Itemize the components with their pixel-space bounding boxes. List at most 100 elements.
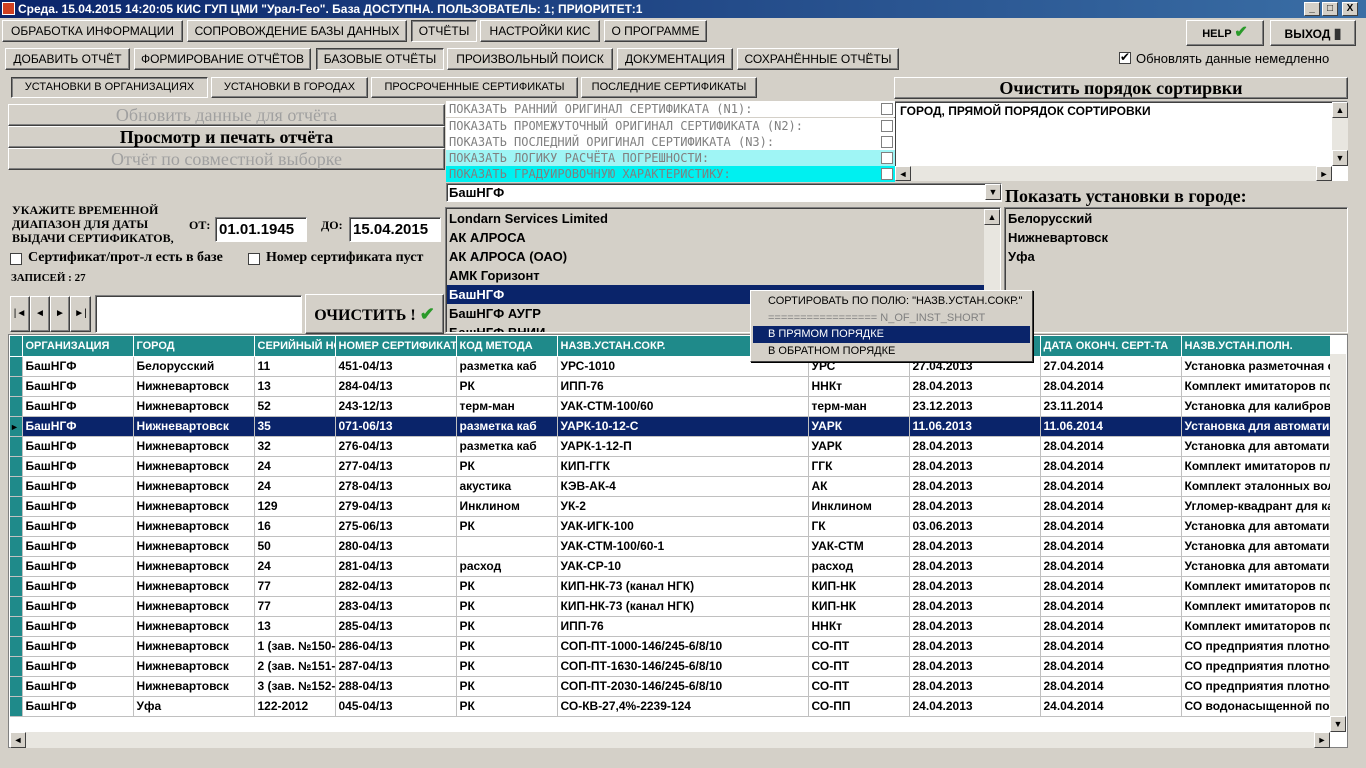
table-cell[interactable]: УАРК-1-12-П (557, 436, 809, 457)
table-row[interactable]: БашНГФ Нижневартовск 24 277-04/13 РК КИП-ГГК Г… (10, 456, 1331, 477)
sort-hscroll[interactable] (895, 166, 1332, 181)
table-cell[interactable]: Уфа (133, 696, 255, 717)
table-cell[interactable]: БашНГФ (22, 576, 134, 597)
table-cell[interactable]: 279-04/13 (335, 496, 457, 517)
scroll-down-arrow-icon[interactable]: ▼ (1332, 150, 1348, 166)
column-header[interactable]: ДАТА ОКОНЧ. СЕРТ-ТА (1040, 336, 1182, 357)
update-now-checkbox[interactable]: ✔ (1119, 50, 1131, 64)
table-cell[interactable]: УАК-СР-10 (557, 556, 809, 577)
table-cell[interactable]: УК-2 (557, 496, 809, 517)
table-row[interactable]: БашНГФ Нижневартовск 24 281-04/13 расход УАК-… (10, 556, 1331, 577)
table-cell[interactable]: УАК-ИГК-100 (557, 516, 809, 537)
table-cell[interactable]: 16 (254, 516, 336, 537)
table-cell[interactable]: УАК-СТМ (808, 536, 910, 557)
table-cell[interactable]: 278-04/13 (335, 476, 457, 497)
table-cell[interactable]: 28.04.2014 (1040, 476, 1182, 497)
table-cell[interactable]: РК (456, 456, 558, 477)
org-list-item[interactable]: АК АЛРОСА (447, 228, 984, 247)
table-cell[interactable]: разметка каб (456, 436, 558, 457)
table-cell[interactable]: 275-06/13 (335, 516, 457, 537)
table-cell[interactable]: 28.04.2013 (909, 536, 1041, 557)
table-cell[interactable]: БашНГФ (22, 356, 134, 377)
clear-sort-button[interactable]: Очистить порядок сортирвки (894, 77, 1348, 99)
table-cell[interactable]: УАК-СТМ-100/60 (557, 396, 809, 417)
table-cell[interactable]: СОП-ПТ-1630-146/245-6/8/10 (557, 656, 809, 677)
row-indicator[interactable] (10, 696, 23, 717)
table-cell[interactable]: Комплект имитаторов пор (1181, 376, 1331, 397)
table-row[interactable]: БашНГФ Нижневартовск 13 285-04/13 РК ИПП-76 НН… (10, 616, 1331, 637)
table-cell[interactable]: 28.04.2014 (1040, 456, 1182, 477)
table-cell[interactable]: Нижневартовск (133, 536, 255, 557)
option-mid-cert[interactable]: ПОКАЗАТЬ ПРОМЕЖУТОЧНЫЙ ОРИГИНАЛ СЕРТИФИК… (446, 118, 895, 134)
maximize-button[interactable]: □ (1322, 2, 1338, 16)
help-button[interactable]: HELP ✔ (1186, 20, 1264, 46)
row-indicator[interactable]: ► (10, 416, 23, 437)
table-cell[interactable]: СО предприятия плотнос (1181, 656, 1331, 677)
row-indicator[interactable] (10, 396, 23, 417)
sort-descending-item[interactable]: В ОБРАТНОМ ПОРЯДКЕ (753, 343, 1030, 360)
subtab-free-search[interactable]: ПРОИЗВОЛЬНЫЙ ПОИСК (447, 48, 613, 70)
joint-report-button[interactable]: Отчёт по совместной выборке (8, 148, 445, 170)
org-list-item[interactable]: АМК Горизонт (447, 266, 984, 285)
table-cell[interactable]: 28.04.2014 (1040, 636, 1182, 657)
table-cell[interactable] (456, 536, 558, 557)
table-cell[interactable]: 28.04.2014 (1040, 376, 1182, 397)
clear-button[interactable]: ОЧИСТИТЬ ! ✔ (305, 294, 444, 334)
grid-vscroll[interactable] (1330, 354, 1346, 732)
table-cell[interactable]: УАК-СТМ-100/60-1 (557, 536, 809, 557)
table-cell[interactable]: Установка разметочная с (1181, 356, 1331, 377)
table-cell[interactable]: 13 (254, 376, 336, 397)
table-cell[interactable]: 28.04.2013 (909, 456, 1041, 477)
row-indicator[interactable] (10, 656, 23, 677)
row-indicator[interactable] (10, 676, 23, 697)
table-cell[interactable]: Комплект имитаторов пор (1181, 576, 1331, 597)
table-cell[interactable]: 243-12/13 (335, 396, 457, 417)
table-cell[interactable]: Установка для автоматиз (1181, 556, 1331, 577)
table-cell[interactable]: Нижневартовск (133, 376, 255, 397)
table-cell[interactable]: БашНГФ (22, 696, 134, 717)
city-item[interactable]: Нижневартовск (1008, 230, 1108, 245)
table-cell[interactable]: БашНГФ (22, 396, 134, 417)
table-cell[interactable]: Нижневартовск (133, 676, 255, 697)
table-cell[interactable]: Нижневартовск (133, 456, 255, 477)
table-cell[interactable]: акустика (456, 476, 558, 497)
row-indicator[interactable] (10, 436, 23, 457)
row-indicator[interactable] (10, 376, 23, 397)
table-cell[interactable]: 280-04/13 (335, 536, 457, 557)
table-cell[interactable]: 28.04.2014 (1040, 536, 1182, 557)
scroll-up-arrow-icon[interactable]: ▲ (1332, 102, 1348, 118)
table-cell[interactable]: ГК (808, 516, 910, 537)
table-cell[interactable]: 28.04.2014 (1040, 596, 1182, 617)
table-cell[interactable]: Установка для калибров (1181, 396, 1331, 417)
nav-first-icon[interactable]: |◄ (10, 296, 30, 332)
grid-hscroll[interactable] (10, 732, 1330, 748)
table-cell[interactable]: 24 (254, 476, 336, 497)
table-cell[interactable]: 045-04/13 (335, 696, 457, 717)
option-early-cert[interactable]: ПОКАЗАТЬ РАННИЙ ОРИГИНАЛ СЕРТИФИКАТА (N1… (446, 101, 895, 117)
table-cell[interactable]: ГГК (808, 456, 910, 477)
table-cell[interactable]: 23.11.2014 (1040, 396, 1182, 417)
table-cell[interactable]: Нижневартовск (133, 616, 255, 637)
org-list-item[interactable]: Londarn Services Limited (447, 209, 984, 228)
row-indicator[interactable] (10, 476, 23, 497)
table-cell[interactable]: 24 (254, 556, 336, 577)
scroll-left-arrow-icon[interactable]: ◄ (10, 732, 26, 748)
option-checkbox[interactable] (881, 103, 893, 115)
table-cell[interactable]: БашНГФ (22, 556, 134, 577)
table-cell[interactable]: СО предприятия плотнос (1181, 636, 1331, 657)
table-cell[interactable]: Нижневартовск (133, 596, 255, 617)
table-cell[interactable]: БашНГФ (22, 636, 134, 657)
table-cell[interactable]: 286-04/13 (335, 636, 457, 657)
table-cell[interactable]: 28.04.2013 (909, 596, 1041, 617)
table-cell[interactable]: Нижневартовск (133, 636, 255, 657)
table-cell[interactable]: БашНГФ (22, 496, 134, 517)
table-cell[interactable]: Нижневартовск (133, 656, 255, 677)
table-cell[interactable]: СО-ПТ (808, 656, 910, 677)
table-cell[interactable]: АК (808, 476, 910, 497)
row-indicator[interactable] (10, 636, 23, 657)
table-cell[interactable]: 451-04/13 (335, 356, 457, 377)
row-indicator[interactable] (10, 456, 23, 477)
report-cities[interactable]: УСТАНОВКИ В ГОРОДАХ (211, 77, 368, 98)
table-cell[interactable]: РК (456, 596, 558, 617)
menu-data-processing[interactable]: ОБРАБОТКА ИНФОРМАЦИИ (2, 20, 183, 42)
